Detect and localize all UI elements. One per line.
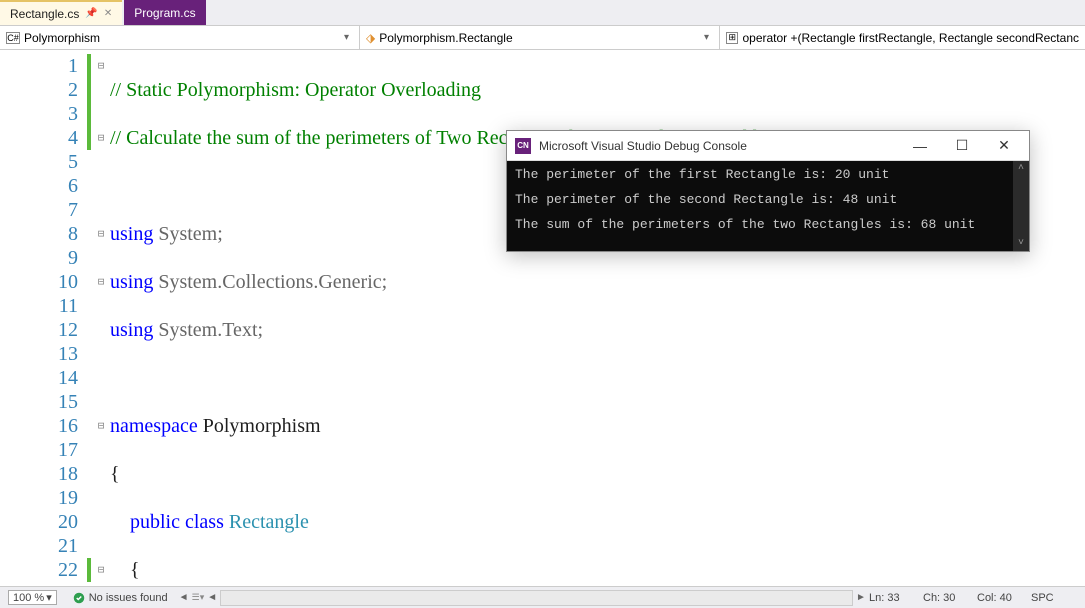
caret-position: Ln: 33 Ch: 30 Col: 40 SPC: [869, 592, 1085, 604]
tab-label: Rectangle.cs: [10, 7, 79, 21]
minimize-button[interactable]: —: [899, 132, 941, 160]
close-icon[interactable]: ✕: [104, 8, 112, 19]
csharp-icon: C#: [6, 32, 20, 44]
console-line: The perimeter of the second Rectangle is…: [515, 192, 1021, 207]
zoom-control[interactable]: 100 %▾: [0, 590, 65, 605]
scroll-down-icon[interactable]: ˅: [1018, 236, 1024, 251]
console-app-icon: CN: [515, 138, 531, 154]
tab-program-cs[interactable]: Program.cs: [124, 0, 205, 25]
horizontal-scrollbar[interactable]: [220, 590, 853, 606]
operator-icon: ⊞: [726, 32, 738, 44]
nav-member[interactable]: ⊞ operator +(Rectangle firstRectangle, R…: [720, 26, 1085, 49]
console-title-text: Microsoft Visual Studio Debug Console: [539, 139, 891, 153]
navigation-bar: C# Polymorphism ▾ ⬗ Polymorphism.Rectang…: [0, 26, 1085, 50]
nav-project-label: Polymorphism: [24, 31, 100, 45]
console-line: The perimeter of the first Rectangle is:…: [515, 167, 1021, 182]
nav-prev-icon[interactable]: ◄: [176, 592, 192, 603]
console-titlebar[interactable]: CN Microsoft Visual Studio Debug Console…: [507, 131, 1029, 161]
scroll-right-icon[interactable]: ►: [853, 592, 869, 603]
console-line: The sum of the perimeters of the two Rec…: [515, 217, 1021, 232]
document-tabs: Rectangle.cs 📌 ✕ Program.cs: [0, 0, 1085, 26]
line-indicator: Ln: 33: [869, 592, 913, 604]
char-indicator: Ch: 30: [923, 592, 967, 604]
mode-indicator: SPC: [1031, 592, 1075, 604]
tab-label: Program.cs: [134, 6, 195, 20]
error-status[interactable]: No issues found: [65, 592, 176, 604]
scroll-left-icon[interactable]: ◄: [204, 592, 220, 603]
maximize-button[interactable]: ☐: [941, 132, 983, 160]
chevron-down-icon[interactable]: ▾: [46, 591, 52, 604]
close-button[interactable]: ✕: [983, 132, 1025, 160]
console-output[interactable]: The perimeter of the first Rectangle is:…: [507, 161, 1029, 251]
outline-collapse[interactable]: ⊟⊟⊟⊟⊟⊟: [92, 50, 110, 590]
col-indicator: Col: 40: [977, 592, 1021, 604]
nav-project[interactable]: C# Polymorphism ▾: [0, 26, 360, 49]
status-bar: 100 %▾ No issues found ◄ ☰▾ ◄ ► Ln: 33 C…: [0, 586, 1085, 608]
nav-member-label: operator +(Rectangle firstRectangle, Rec…: [742, 31, 1079, 45]
nav-class[interactable]: ⬗ Polymorphism.Rectangle ▾: [360, 26, 720, 49]
issues-label: No issues found: [89, 592, 168, 604]
class-icon: ⬗: [366, 31, 375, 45]
check-circle-icon: [73, 592, 85, 604]
pin-icon[interactable]: 📌: [85, 8, 97, 19]
scroll-up-icon[interactable]: ˄: [1018, 161, 1024, 176]
tab-rectangle-cs[interactable]: Rectangle.cs 📌 ✕: [0, 0, 122, 25]
console-scrollbar[interactable]: ˄ ˅: [1013, 161, 1029, 251]
chevron-down-icon[interactable]: ▾: [700, 32, 713, 43]
line-numbers: 12345678910111213141516171819202122: [0, 50, 86, 590]
chevron-down-icon[interactable]: ▾: [340, 32, 353, 43]
debug-console-window[interactable]: CN Microsoft Visual Studio Debug Console…: [506, 130, 1030, 252]
nav-class-label: Polymorphism.Rectangle: [379, 31, 512, 45]
nav-list-icon[interactable]: ☰▾: [192, 592, 205, 603]
